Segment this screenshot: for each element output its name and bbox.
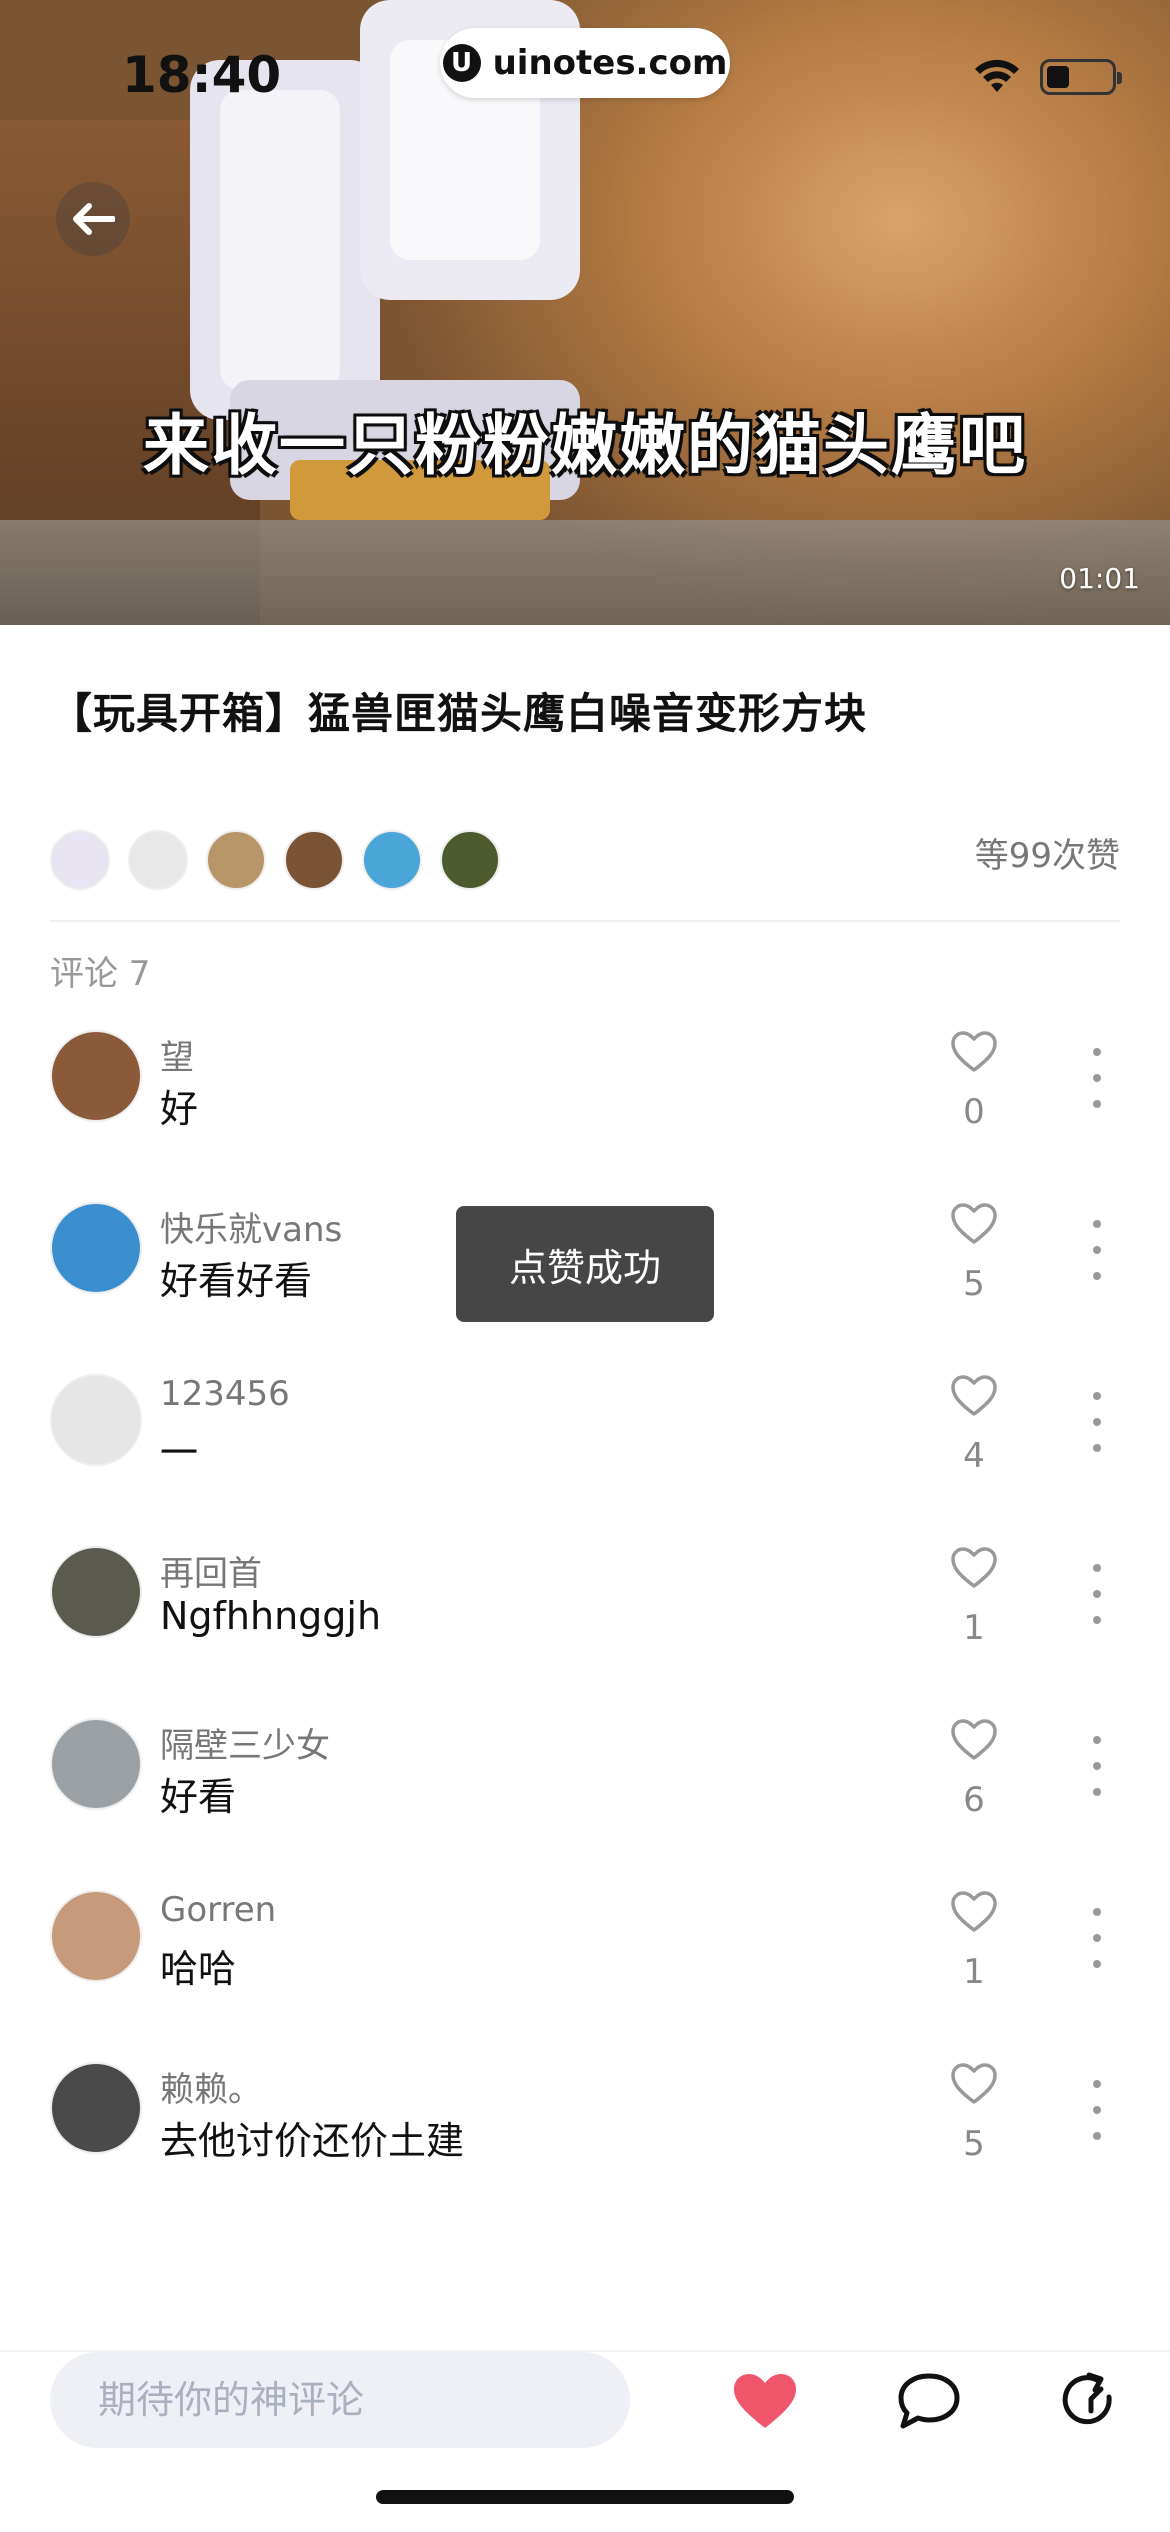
avatar[interactable] xyxy=(50,1374,142,1466)
back-arrow-icon xyxy=(73,203,115,235)
comment-item[interactable]: 赖赖。去他讨价还价土建 5 xyxy=(0,2062,1170,2202)
comment-text: Ngfhhnggjh xyxy=(160,1594,382,1638)
status-time: 18:40 xyxy=(122,46,282,104)
like-count[interactable]: 等99次赞 xyxy=(975,828,1120,877)
comment-author[interactable]: 快乐就vans xyxy=(160,1202,342,1251)
more-options-button[interactable] xyxy=(1082,1736,1112,1796)
heart-outline-icon xyxy=(951,1547,997,1588)
more-options-button[interactable] xyxy=(1082,1908,1112,1968)
avatar[interactable] xyxy=(50,1030,142,1122)
comment-like-count: 5 xyxy=(963,1264,985,1304)
page-title: 【玩具开箱】猛兽匣猫头鹰白噪音变形方块 xyxy=(50,689,868,738)
comment-like-button[interactable] xyxy=(950,1202,998,1250)
liker-avatar[interactable] xyxy=(50,830,110,890)
share-icon xyxy=(1062,2372,1112,2425)
comment-author[interactable]: 再回首 xyxy=(160,1546,262,1595)
comment-author[interactable]: 赖赖。 xyxy=(160,2062,262,2111)
comment-input[interactable] xyxy=(50,2352,630,2448)
comment-like-count: 6 xyxy=(963,1780,985,1820)
divider xyxy=(50,920,1120,922)
heart-filled-icon xyxy=(734,2374,796,2428)
liker-avatar[interactable] xyxy=(362,830,422,890)
comments-header: 评论 7 xyxy=(50,954,151,994)
heart-outline-icon xyxy=(951,1031,997,1072)
comment-like-count: 1 xyxy=(963,1608,985,1648)
liker-avatars[interactable] xyxy=(50,830,500,890)
like-post-button[interactable] xyxy=(730,2368,800,2434)
site-url: uinotes.com xyxy=(492,43,728,83)
chat-bubble-icon xyxy=(898,2373,960,2429)
liker-avatar[interactable] xyxy=(440,830,500,890)
comment-author[interactable]: Gorren xyxy=(160,1890,276,1930)
heart-outline-icon xyxy=(951,2063,997,2104)
comment-like-button[interactable] xyxy=(950,1374,998,1422)
comment-item[interactable]: Gorren 哈哈 1 xyxy=(0,1890,1170,2030)
more-vertical-icon xyxy=(1093,1048,1101,1056)
comment-like-count: 4 xyxy=(963,1436,985,1476)
comment-text: 好看好看 xyxy=(160,1259,313,1303)
avatar[interactable] xyxy=(50,1546,142,1638)
more-vertical-icon xyxy=(1093,1736,1101,1744)
more-options-button[interactable] xyxy=(1082,2080,1112,2140)
comment-like-count: 1 xyxy=(963,1952,985,1992)
comment-like-button[interactable] xyxy=(950,1546,998,1594)
comment-like-count: 5 xyxy=(963,2124,985,2164)
back-button[interactable] xyxy=(56,182,130,256)
comment-author[interactable]: 望 xyxy=(160,1030,194,1079)
avatar[interactable] xyxy=(50,2062,142,2154)
comment-author[interactable]: 123456 xyxy=(160,1374,290,1414)
more-vertical-icon xyxy=(1093,1392,1101,1400)
comment-button[interactable] xyxy=(894,2368,964,2434)
more-options-button[interactable] xyxy=(1082,1220,1112,1280)
comment-like-button[interactable] xyxy=(950,1890,998,1938)
comment-like-button[interactable] xyxy=(950,1030,998,1078)
comment-like-button[interactable] xyxy=(950,2062,998,2110)
avatar[interactable] xyxy=(50,1202,142,1294)
share-button[interactable] xyxy=(1054,2368,1124,2434)
liker-avatar[interactable] xyxy=(284,830,344,890)
liker-avatar[interactable] xyxy=(128,830,188,890)
comment-author[interactable]: 隔壁三少女 xyxy=(160,1718,330,1767)
more-vertical-icon xyxy=(1093,2080,1101,2088)
comment-text: 好 xyxy=(160,1087,199,1131)
heart-outline-icon xyxy=(951,1891,997,1932)
more-options-button[interactable] xyxy=(1082,1564,1112,1624)
more-vertical-icon xyxy=(1093,1220,1101,1228)
more-vertical-icon xyxy=(1093,1908,1101,1916)
comment-item[interactable]: 再回首 Ngfhhnggjh 1 xyxy=(0,1546,1170,1686)
site-logo-icon: U xyxy=(442,44,481,82)
comment-text: 好看 xyxy=(160,1775,237,1819)
liker-avatar[interactable] xyxy=(206,830,266,890)
battery-icon xyxy=(1040,59,1122,95)
url-pill: U uinotes.com xyxy=(440,28,730,98)
comment-item[interactable]: 望好 0 xyxy=(0,1030,1170,1170)
avatar[interactable] xyxy=(50,1718,142,1810)
home-indicator xyxy=(376,2490,794,2504)
comment-text: 哈哈 xyxy=(160,1947,237,1991)
heart-outline-icon xyxy=(951,1203,997,1244)
video-duration: 01:01 xyxy=(1059,562,1140,595)
more-options-button[interactable] xyxy=(1082,1048,1112,1108)
heart-outline-icon xyxy=(951,1375,997,1416)
heart-outline-icon xyxy=(951,1719,997,1760)
comment-text: 去他讨价还价土建 xyxy=(160,2119,465,2163)
comment-text: 一 xyxy=(160,1431,199,1475)
wifi-icon xyxy=(975,59,1019,92)
more-vertical-icon xyxy=(1093,1564,1101,1572)
toast-message: 点赞成功 xyxy=(456,1206,714,1322)
comment-like-count: 0 xyxy=(963,1092,985,1132)
comment-item[interactable]: 隔壁三少女好看 6 xyxy=(0,1718,1170,1858)
comment-item[interactable]: 123456 一 4 xyxy=(0,1374,1170,1514)
status-icons xyxy=(972,58,1122,96)
video-subtitle: 来收一只粉粉嫩嫩的猫头鹰吧 xyxy=(143,407,1027,484)
more-options-button[interactable] xyxy=(1082,1392,1112,1452)
video-floor xyxy=(0,520,1170,625)
comment-like-button[interactable] xyxy=(950,1718,998,1766)
avatar[interactable] xyxy=(50,1890,142,1982)
